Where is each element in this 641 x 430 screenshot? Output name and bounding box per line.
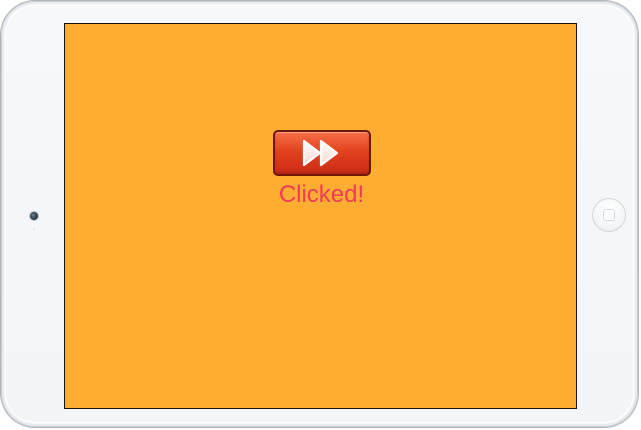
camera-sensor-icon (33, 228, 35, 230)
app-screen: Clicked! (64, 23, 577, 409)
tablet-frame: Clicked! (1, 1, 638, 427)
fast-forward-button[interactable] (273, 130, 371, 176)
front-camera-icon (30, 212, 38, 220)
status-message: Clicked! (278, 181, 365, 208)
home-button[interactable] (592, 198, 626, 232)
fast-forward-icon (302, 139, 339, 167)
